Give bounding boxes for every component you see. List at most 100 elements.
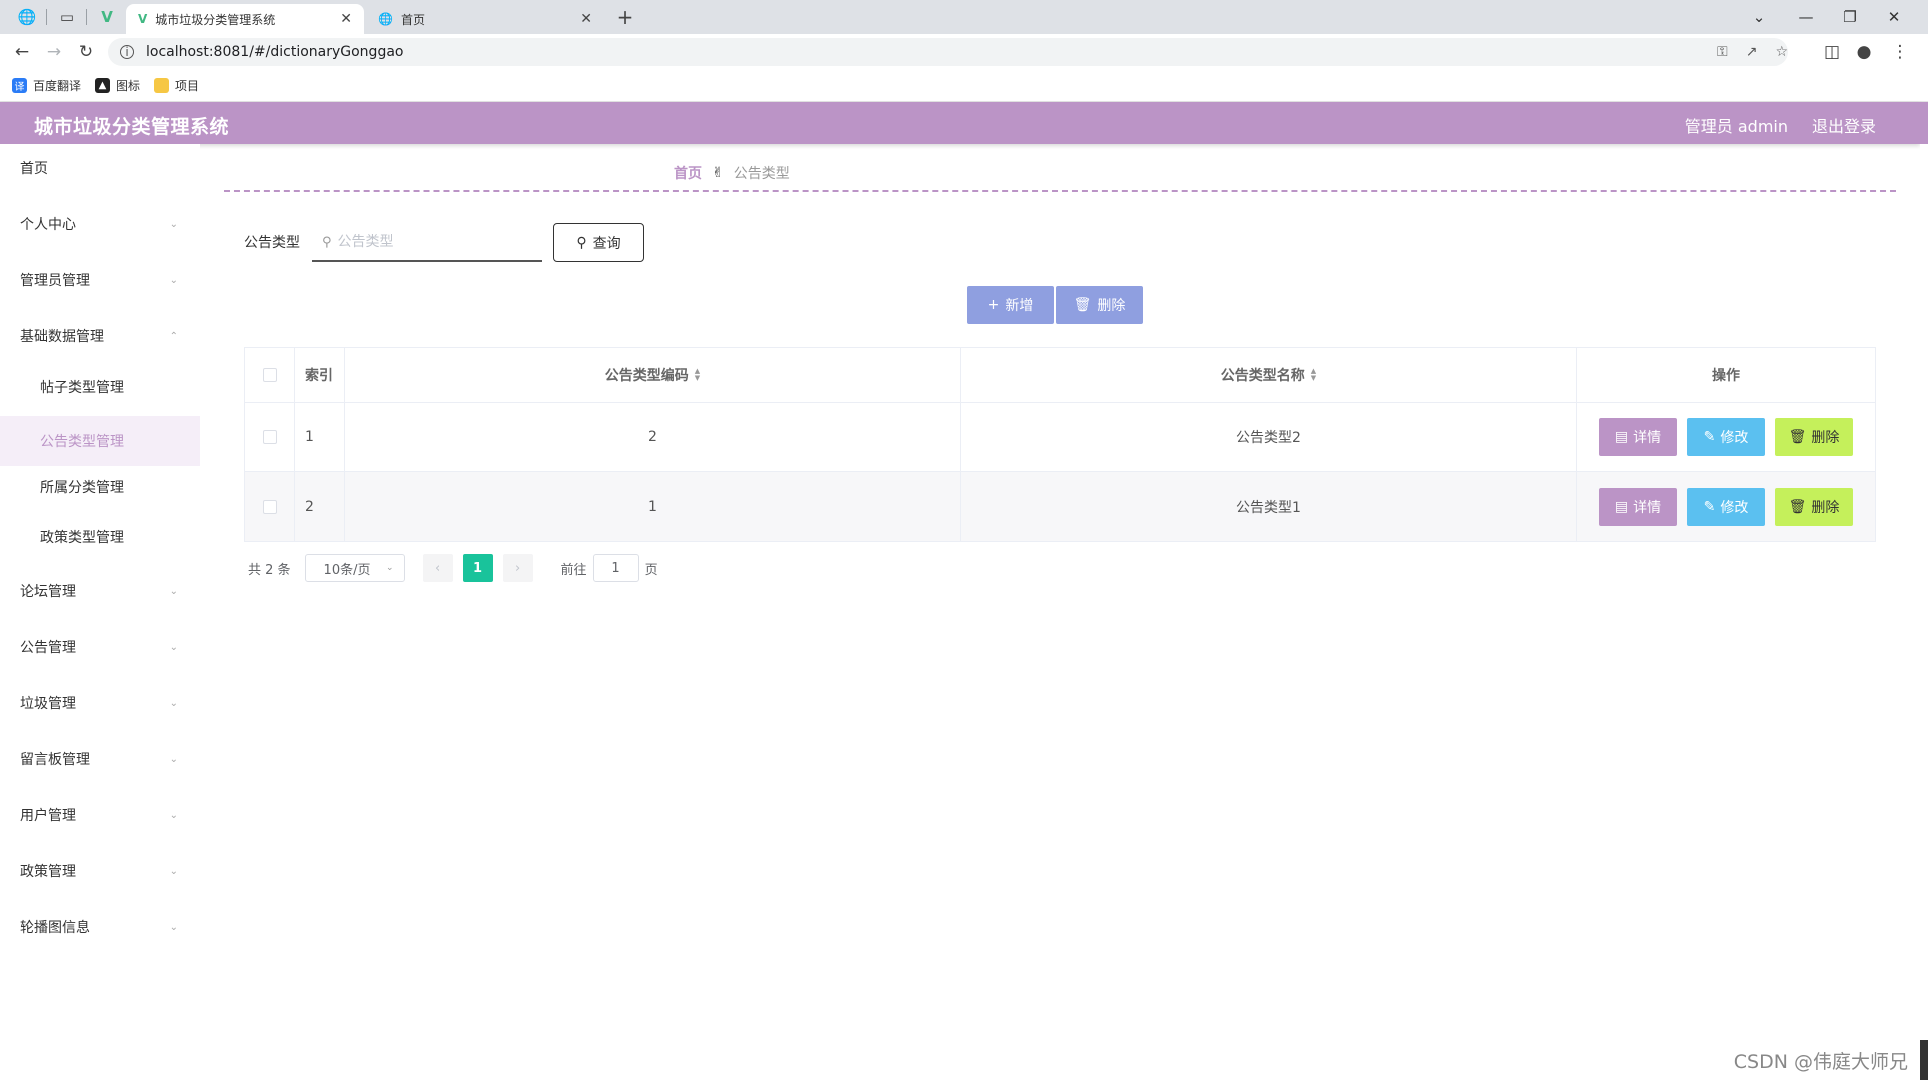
sidebar-item-home[interactable]: 首页: [0, 147, 200, 189]
browser-tab-active[interactable]: V 城市垃圾分类管理系统 ✕: [126, 4, 364, 34]
row-name: 公告类型2: [961, 403, 1577, 471]
header-code[interactable]: 公告类型编码 ▲ ▼: [345, 348, 961, 402]
next-page-button[interactable]: ›: [502, 554, 533, 582]
sidebar-item-label: 公告类型管理: [40, 434, 124, 450]
sidebar-item-carousel[interactable]: 轮播图信息 ⌄: [0, 906, 200, 948]
sidebar-item-personal-center[interactable]: 个人中心 ⌄: [0, 203, 200, 245]
chevron-down-icon: ⌄: [169, 697, 178, 709]
sidebar-item-forum[interactable]: 论坛管理 ⌄: [0, 570, 200, 612]
sort-icon[interactable]: ▲ ▼: [1311, 368, 1316, 382]
chevron-right-icon: ›: [514, 560, 521, 576]
share-icon[interactable]: ↗: [1746, 44, 1758, 60]
star-icon[interactable]: ☆: [1775, 44, 1788, 60]
url-input[interactable]: i localhost:8081/#/dictionaryGonggao: [108, 38, 1788, 66]
sidebar-item-basic-data[interactable]: 基础数据管理 ⌃: [0, 315, 200, 357]
current-user: 管理员 admin: [1684, 117, 1788, 136]
bulk-delete-button[interactable]: 🗑 删除: [1056, 286, 1143, 324]
detail-button[interactable]: ▤ 详情: [1599, 487, 1677, 526]
close-icon[interactable]: ✕: [580, 11, 592, 27]
pagination-total: 共 2 条: [248, 562, 291, 578]
sidebar-item-label: 垃圾管理: [20, 696, 76, 712]
search-input[interactable]: [337, 234, 518, 250]
app-header: 城市垃圾分类管理系统 管理员 admin 退出登录: [0, 102, 1920, 144]
close-icon[interactable]: ✕: [340, 11, 352, 27]
delete-button[interactable]: 🗑 删除: [1775, 487, 1853, 526]
pagination: 共 2 条 10条/页 ⌄ ‹ 1 › 前往 页: [248, 554, 658, 582]
sidebar-item-garbage[interactable]: 垃圾管理 ⌄: [0, 682, 200, 724]
page-size-select[interactable]: 10条/页 ⌄: [304, 554, 405, 582]
bookmark-label: 图标: [116, 79, 141, 93]
watermark: CSDN @伟庭大师兄: [1733, 1051, 1908, 1073]
profile-icon[interactable]: ●: [1852, 40, 1876, 64]
tab-separator: [46, 9, 47, 25]
pencil-icon: ✎: [1703, 498, 1716, 515]
new-tab-icon[interactable]: +: [614, 5, 636, 29]
sort-icon[interactable]: ▲ ▼: [695, 368, 700, 382]
sidebar-item-message-board[interactable]: 留言板管理 ⌄: [0, 738, 200, 780]
hand-icon: ✌: [712, 165, 724, 181]
logout-link[interactable]: 退出登录: [1812, 113, 1876, 137]
sidebar-item-label: 个人中心: [20, 217, 76, 233]
sidebar-item-policy-type[interactable]: 政策类型管理: [0, 516, 200, 558]
globe-icon[interactable]: 🌐: [16, 6, 38, 28]
reload-icon[interactable]: ↻: [74, 40, 98, 64]
sidebar-item-label: 帖子类型管理: [40, 380, 124, 396]
blank-tab-icon[interactable]: ▭: [56, 6, 78, 28]
bookmark-item[interactable]: 项目: [154, 77, 199, 94]
edge-bar: [1920, 1040, 1928, 1080]
sidebar-item-notice[interactable]: 公告管理 ⌄: [0, 626, 200, 668]
restore-icon[interactable]: ❐: [1836, 4, 1864, 30]
delete-button[interactable]: 🗑 删除: [1775, 418, 1853, 456]
search-field[interactable]: ⚲: [312, 224, 542, 262]
back-icon[interactable]: ←: [10, 40, 34, 64]
sidebar-item-category[interactable]: 所属分类管理: [0, 466, 200, 508]
key-icon[interactable]: ⚿: [1717, 44, 1728, 60]
breadcrumb-home[interactable]: 首页: [674, 163, 702, 183]
row-checkbox[interactable]: [262, 499, 277, 514]
close-window-icon[interactable]: ✕: [1880, 4, 1908, 30]
info-icon[interactable]: i: [120, 45, 134, 59]
sidebar-item-admin[interactable]: 管理员管理 ⌄: [0, 259, 200, 301]
sidebar-item-label: 论坛管理: [20, 584, 76, 600]
menu-dots-icon[interactable]: ⋮: [1888, 40, 1912, 64]
vue-logo-icon[interactable]: V: [96, 6, 118, 28]
globe-icon: 🌐: [378, 12, 393, 26]
page-number-current[interactable]: 1: [462, 554, 493, 582]
row-index: 1: [295, 403, 345, 471]
translate-icon: 译: [12, 78, 27, 93]
document-icon: ▤: [1614, 429, 1629, 445]
minimize-icon[interactable]: —: [1792, 4, 1820, 30]
header-name[interactable]: 公告类型名称 ▲ ▼: [961, 348, 1577, 402]
add-button[interactable]: + 新增: [967, 286, 1054, 324]
sidebar-item-policy[interactable]: 政策管理 ⌄: [0, 850, 200, 892]
forward-icon[interactable]: →: [42, 40, 66, 64]
sidepanel-icon[interactable]: ◫: [1820, 40, 1844, 64]
row-checkbox[interactable]: [262, 430, 277, 444]
chevron-left-icon: ‹: [434, 560, 441, 576]
sidebar-item-users[interactable]: 用户管理 ⌄: [0, 794, 200, 836]
breadcrumb-current: 公告类型: [733, 166, 790, 182]
select-all-checkbox[interactable]: [262, 368, 277, 382]
prev-page-button[interactable]: ‹: [422, 554, 453, 582]
sidebar-item-post-type[interactable]: 帖子类型管理: [0, 366, 200, 408]
bookmark-item[interactable]: 译 百度翻译: [12, 77, 81, 94]
edit-button[interactable]: ✎ 修改: [1687, 487, 1765, 526]
browser-tab-bar: 🌐 ▭ V V 城市垃圾分类管理系统 ✕ 🌐 首页 ✕ + ⌄ — ❐ ✕: [0, 0, 1928, 34]
bookmark-item[interactable]: ▲ 图标: [95, 77, 140, 94]
sidebar-item-notice-type[interactable]: 公告类型管理: [0, 416, 200, 466]
chevron-down-icon: ⌄: [169, 921, 178, 933]
folder-icon: [154, 78, 170, 93]
edit-button[interactable]: ✎ 修改: [1687, 418, 1765, 456]
pencil-icon: ✎: [1703, 429, 1716, 445]
browser-tab[interactable]: 🌐 首页 ✕: [366, 4, 604, 34]
goto-page-input[interactable]: [592, 554, 639, 582]
detail-button[interactable]: ▤ 详情: [1599, 418, 1677, 456]
chevron-down-icon: ⌄: [169, 809, 178, 821]
sidebar-item-label: 政策类型管理: [40, 530, 124, 546]
row-ops: ▤ 详情 ✎ 修改 🗑 删除: [1577, 472, 1875, 541]
tab-search-icon[interactable]: ⌄: [1745, 4, 1773, 30]
row-code: 1: [345, 472, 961, 541]
edit-label: 修改: [1720, 499, 1749, 516]
header-edge: [1920, 102, 1928, 144]
query-button[interactable]: ⚲ 查询: [553, 223, 644, 262]
